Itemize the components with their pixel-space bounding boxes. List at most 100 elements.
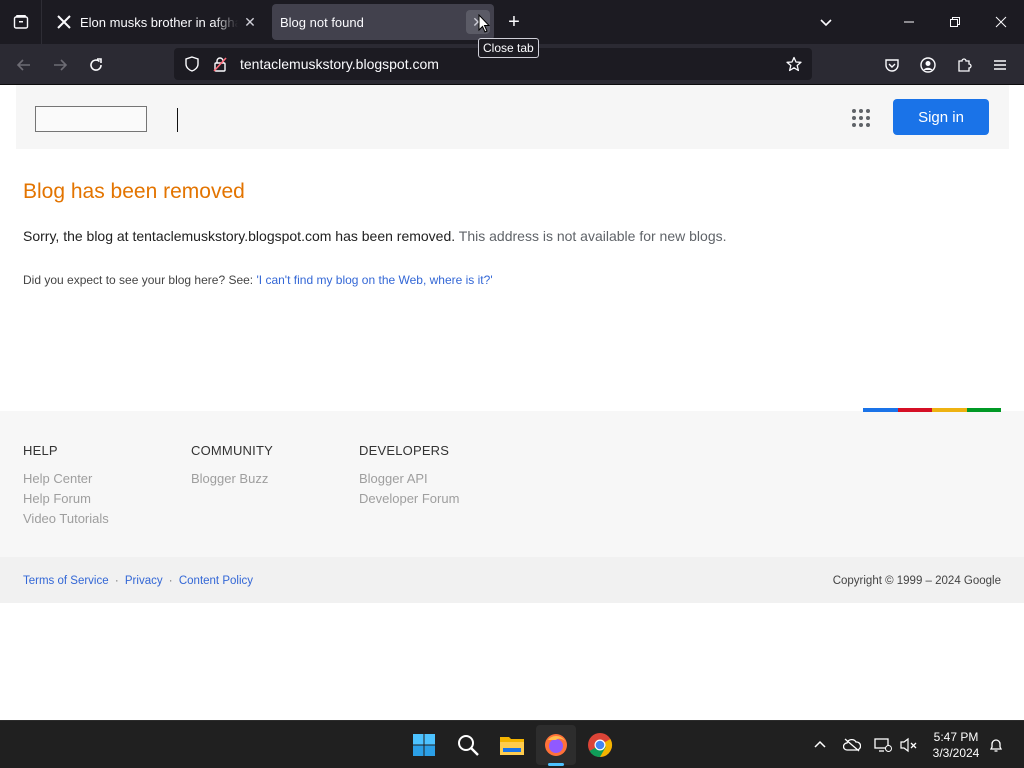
footer-column-community: COMMUNITY Blogger Buzz <box>191 443 273 489</box>
puzzle-piece-icon <box>958 58 972 72</box>
file-explorer-button[interactable] <box>492 725 532 765</box>
chrome-taskbar-button[interactable] <box>580 725 620 765</box>
close-window-button[interactable] <box>978 0 1024 44</box>
menu-button[interactable] <box>987 52 1013 78</box>
footer-link-help-center[interactable]: Help Center <box>23 469 109 489</box>
account-button[interactable] <box>915 52 941 78</box>
color-bar-segment <box>932 408 967 412</box>
mouse-cursor-icon <box>478 13 491 38</box>
legal-bar: Terms of Service · Privacy · Content Pol… <box>0 557 1024 603</box>
legal-links: Terms of Service · Privacy · Content Pol… <box>23 575 253 587</box>
file-explorer-icon <box>500 737 524 755</box>
footer-link-help-forum[interactable]: Help Forum <box>23 489 109 509</box>
footer-link-blogger-buzz[interactable]: Blogger Buzz <box>191 469 273 489</box>
separator: · <box>168 575 173 587</box>
firefox-view-button[interactable] <box>0 0 42 44</box>
tab-elon-musk[interactable]: Elon musks brother in afghanistan ✕ <box>48 4 266 40</box>
pocket-button[interactable] <box>879 52 905 78</box>
tab-title: Blog not found <box>280 14 364 30</box>
footer-heading: DEVELOPERS <box>359 443 450 458</box>
firefox-view-icon <box>13 15 28 29</box>
terms-of-service-link[interactable]: Terms of Service <box>23 575 109 587</box>
chevron-up-icon <box>814 740 826 748</box>
text-caret <box>177 108 178 132</box>
removed-message: Sorry, the blog at tentaclemuskstory.blo… <box>23 228 727 244</box>
restore-button[interactable] <box>932 0 978 44</box>
speaker-muted-icon <box>900 737 917 753</box>
extensions-button[interactable] <box>951 52 977 78</box>
color-bar-segment <box>863 408 898 412</box>
account-icon <box>920 57 936 73</box>
windows-start-icon <box>413 734 435 756</box>
chevron-down-icon <box>820 19 832 27</box>
footer-link-developer-forum[interactable]: Developer Forum <box>359 489 459 509</box>
firefox-icon <box>545 734 567 756</box>
footer-column-developers: DEVELOPERS Blogger API Developer Forum <box>359 443 459 509</box>
onedrive-tray-icon[interactable] <box>842 735 862 755</box>
removed-message-note: This address is not available for new bl… <box>458 228 727 244</box>
arrow-right-icon <box>54 59 68 71</box>
volume-tray-icon[interactable] <box>899 735 919 755</box>
page-title: Blog has been removed <box>23 180 245 203</box>
show-hidden-icons-button[interactable] <box>810 735 830 755</box>
close-icon <box>995 16 1007 28</box>
removed-message-main: Sorry, the blog at tentaclemuskstory.blo… <box>23 228 456 244</box>
notifications-button[interactable] <box>986 735 1006 755</box>
page-content: Sign in Blog has been removed Sorry, the… <box>0 85 1024 720</box>
system-clock[interactable]: 5:47 PM 3/3/2024 <box>924 729 988 761</box>
reload-icon <box>90 58 102 71</box>
insecure-lock-icon[interactable] <box>210 56 230 72</box>
color-bar-segment <box>897 408 932 412</box>
tooltip: Close tab <box>478 38 539 58</box>
cant-find-blog-link[interactable]: 'I can't find my blog on the Web, where … <box>257 273 493 287</box>
url-text: tentaclemuskstory.blogspot.com <box>240 56 439 72</box>
restore-icon <box>950 17 960 27</box>
arrow-left-icon <box>16 59 30 71</box>
clock-date: 3/3/2024 <box>932 746 980 760</box>
active-app-indicator <box>548 763 564 766</box>
chrome-icon <box>588 733 613 757</box>
separator: · <box>114 575 119 587</box>
sign-in-button[interactable]: Sign in <box>893 99 989 135</box>
footer-heading: HELP <box>23 443 58 458</box>
privacy-link[interactable]: Privacy <box>125 575 163 587</box>
reload-button[interactable] <box>83 52 109 78</box>
search-icon <box>458 735 479 756</box>
tab-blog-not-found[interactable]: Blog not found ✕ <box>272 4 494 40</box>
bell-icon <box>989 739 1003 752</box>
tab-title: Elon musks brother in afghanistan <box>80 14 238 30</box>
content-policy-link[interactable]: Content Policy <box>179 575 253 587</box>
blogger-logo-placeholder[interactable] <box>35 106 147 132</box>
footer-column-help: HELP Help Center Help Forum Video Tutori… <box>23 443 109 529</box>
help-hint-text: Did you expect to see your blog here? Se… <box>23 273 254 287</box>
taskbar-search-button[interactable] <box>448 725 488 765</box>
firefox-taskbar-button[interactable] <box>536 725 576 765</box>
google-color-bar <box>863 408 1001 412</box>
clock-time: 5:47 PM <box>933 730 979 744</box>
x-logo-icon <box>56 14 72 30</box>
forward-button[interactable] <box>47 52 73 78</box>
new-tab-button[interactable]: + <box>502 10 526 34</box>
help-hint: Did you expect to see your blog here? Se… <box>23 273 493 287</box>
close-tab-icon[interactable]: ✕ <box>238 10 262 34</box>
apps-grid-icon[interactable] <box>852 109 870 127</box>
footer-heading: COMMUNITY <box>191 443 273 458</box>
list-all-tabs-button[interactable] <box>814 10 838 34</box>
windows-taskbar: 5:47 PM 3/3/2024 <box>0 720 1024 768</box>
cloud-offline-icon <box>843 738 861 752</box>
color-bar-segment <box>966 408 1001 412</box>
blogger-header: Sign in <box>16 85 1009 149</box>
minimize-button[interactable] <box>886 0 932 44</box>
tracking-protection-shield-icon[interactable] <box>182 56 202 72</box>
pocket-icon <box>885 59 899 72</box>
footer-link-blogger-api[interactable]: Blogger API <box>359 469 459 489</box>
network-tray-icon[interactable] <box>873 735 893 755</box>
back-button[interactable] <box>11 52 37 78</box>
bookmark-star-icon[interactable] <box>780 50 808 78</box>
footer-link-video-tutorials[interactable]: Video Tutorials <box>23 509 109 529</box>
copyright-text: Copyright © 1999 – 2024 Google <box>832 575 1001 587</box>
hamburger-menu-icon <box>994 60 1006 70</box>
network-disconnected-icon <box>874 738 892 752</box>
start-button[interactable] <box>404 725 444 765</box>
minimize-icon <box>904 21 914 23</box>
